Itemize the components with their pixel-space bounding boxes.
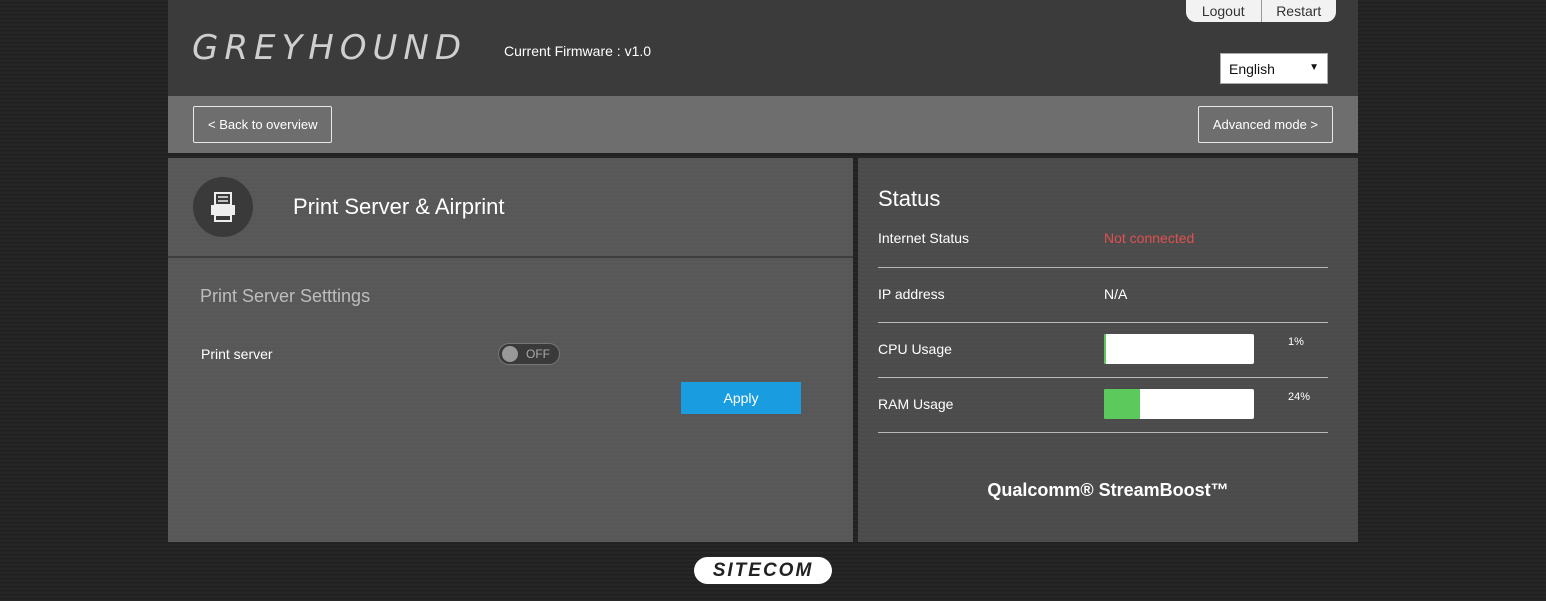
ram-usage-value: 24%: [1288, 391, 1311, 403]
cpu-usage-row: CPU Usage 1%: [878, 322, 1328, 378]
cpu-usage-fill: [1104, 334, 1106, 364]
nav-bar: < Back to overview Advanced mode >: [168, 96, 1358, 153]
toggle-state: OFF: [526, 347, 550, 361]
cpu-usage-value: 1%: [1288, 336, 1304, 348]
qualcomm-streamboost-logo: Qualcomm® StreamBoost™: [987, 480, 1229, 500]
internet-status-row: Internet Status Not connected: [878, 212, 1328, 268]
ip-address-value: N/A: [1104, 286, 1128, 302]
logout-button[interactable]: Logout: [1186, 0, 1261, 22]
greyhound-logo: GREYHOUND: [192, 28, 468, 68]
restart-button[interactable]: Restart: [1260, 0, 1337, 22]
ram-usage-label: RAM Usage: [878, 396, 954, 412]
toggle-knob: [502, 346, 518, 362]
router-frame: GREYHOUND Current Firmware : v1.0 Logout…: [168, 0, 1358, 542]
dropdown-arrow-icon: ▼: [1309, 62, 1319, 73]
status-panel: Status Internet Status Not connected IP …: [858, 158, 1358, 542]
firmware-version: Current Firmware : v1.0: [504, 43, 652, 59]
print-server-panel: Print Server & Airprint Print Server Set…: [168, 158, 853, 542]
page-title: Print Server & Airprint: [293, 194, 505, 219]
sitecom-logo: SITECOM: [694, 557, 832, 584]
language-value: English: [1229, 61, 1275, 77]
status-title: Status: [878, 186, 941, 211]
print-server-toggle[interactable]: OFF: [498, 343, 560, 365]
ram-usage-bar: [1104, 389, 1254, 419]
language-select[interactable]: English ▼: [1220, 53, 1328, 84]
printer-icon: [193, 177, 253, 237]
ip-address-label: IP address: [878, 286, 945, 302]
apply-button[interactable]: Apply: [681, 382, 801, 414]
panel-header: Print Server & Airprint: [168, 158, 853, 258]
print-server-label: Print server: [201, 346, 273, 362]
internet-status-value: Not connected: [1104, 230, 1195, 246]
section-title: Print Server Setttings: [200, 286, 371, 306]
back-to-overview-button[interactable]: < Back to overview: [193, 106, 333, 143]
cpu-usage-label: CPU Usage: [878, 341, 952, 357]
ram-usage-row: RAM Usage 24%: [878, 377, 1328, 433]
session-controls: Logout Restart: [1186, 0, 1336, 22]
internet-status-label: Internet Status: [878, 230, 970, 246]
ram-usage-fill: [1104, 389, 1140, 419]
ip-address-row: IP address N/A: [878, 267, 1328, 323]
advanced-mode-button[interactable]: Advanced mode >: [1197, 106, 1333, 143]
top-bar: GREYHOUND Current Firmware : v1.0 Logout…: [168, 0, 1358, 96]
cpu-usage-bar: [1104, 334, 1254, 364]
